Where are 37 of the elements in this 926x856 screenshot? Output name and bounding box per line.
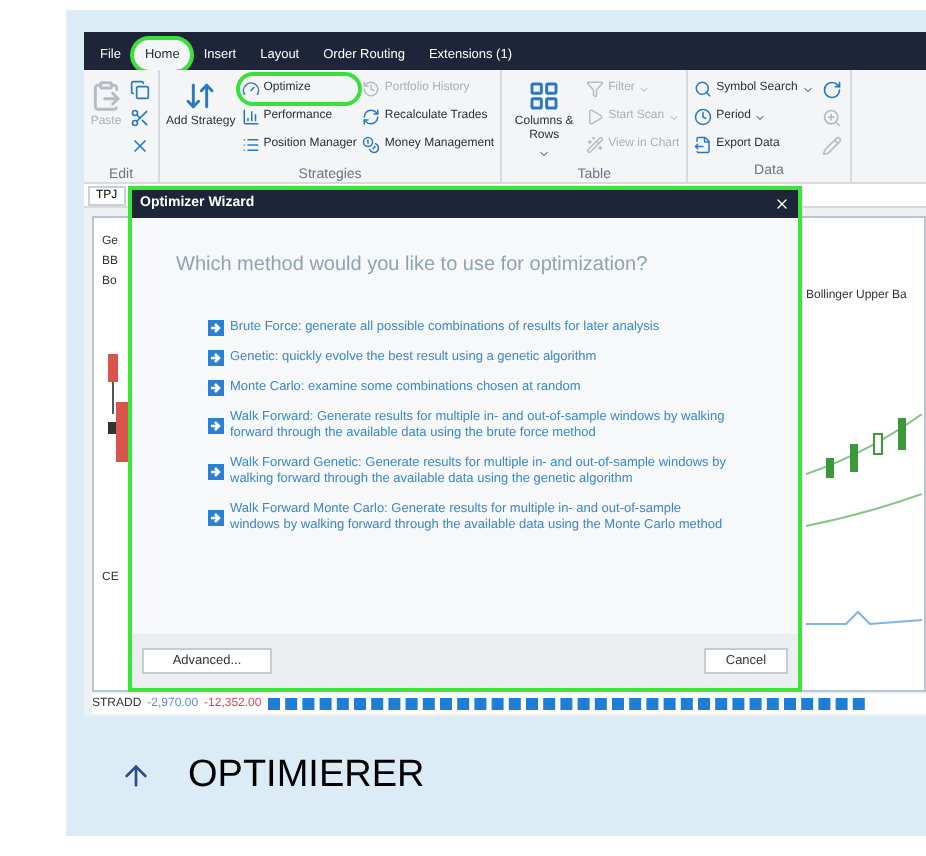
arrows-icon — [184, 80, 217, 112]
pencil-icon — [821, 135, 842, 155]
coins-icon — [362, 136, 381, 154]
arrow-up-icon — [120, 760, 152, 792]
caret-icon — [668, 111, 681, 123]
arrow-right-icon — [208, 510, 224, 526]
search-icon — [694, 80, 713, 98]
arrow-right-icon — [208, 320, 224, 336]
history-icon — [362, 80, 381, 98]
refresh-icon — [362, 108, 381, 126]
arrow-right-icon — [208, 418, 224, 434]
play-icon — [586, 108, 605, 126]
paste-icon — [90, 80, 122, 112]
filter-icon — [586, 80, 605, 98]
close-icon — [130, 135, 150, 155]
scissors-icon — [130, 107, 150, 127]
arrow-right-icon — [208, 380, 224, 396]
dialog-question: Which method would you like to use for optimization? — [176, 252, 650, 280]
arrow-right-icon — [208, 350, 224, 366]
ribbon-icon-button[interactable] — [126, 76, 154, 102]
copy-icon — [130, 79, 150, 99]
caret-icon — [801, 83, 814, 95]
close-icon[interactable] — [774, 196, 790, 212]
wand-icon — [586, 136, 605, 154]
caption-title: OPTIMIERER — [188, 751, 425, 800]
bar-chart-icon — [241, 108, 260, 126]
caret-icon — [754, 111, 767, 123]
list-icon — [241, 136, 260, 154]
clock-icon — [694, 108, 713, 126]
arrow-right-icon — [208, 464, 224, 480]
grid-icon — [528, 80, 561, 112]
export-icon — [694, 136, 713, 154]
caret-icon — [638, 83, 651, 95]
refresh-icon — [821, 79, 842, 99]
gauge-icon — [241, 80, 260, 98]
caret-icon — [538, 148, 551, 160]
zoom-icon — [821, 107, 842, 127]
